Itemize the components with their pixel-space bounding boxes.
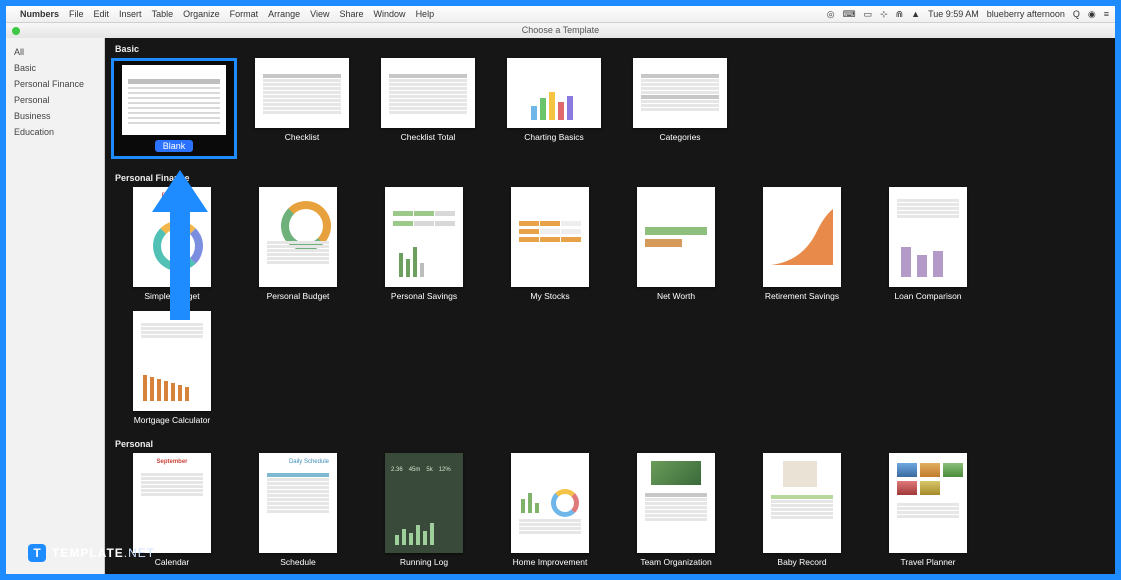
template-personal-savings[interactable]: Personal Savings <box>361 187 487 301</box>
template-baby-record-thumb <box>763 453 841 553</box>
status-volume-icon[interactable]: ▲ <box>911 9 920 19</box>
template-personal-budget[interactable]: Personal Budget <box>235 187 361 301</box>
sidebar-item-business[interactable]: Business <box>6 108 104 124</box>
template-net-worth[interactable]: Net Worth <box>613 187 739 301</box>
status-keyboard-icon[interactable]: ⌨ <box>843 9 856 20</box>
sidebar-item-education[interactable]: Education <box>6 124 104 140</box>
template-checklist-total[interactable]: Checklist Total <box>365 58 491 159</box>
template-net-worth-label: Net Worth <box>613 291 739 301</box>
template-checklist-total-thumb <box>381 58 475 128</box>
sidebar-item-basic[interactable]: Basic <box>6 60 104 76</box>
template-loan-comparison-thumb <box>889 187 967 287</box>
template-personal-savings-label: Personal Savings <box>361 291 487 301</box>
template-travel-planner-label: Travel Planner <box>865 557 991 567</box>
status-clock[interactable]: Tue 9:59 AM <box>928 9 979 19</box>
menu-organize[interactable]: Organize <box>183 9 220 19</box>
window-title: Choose a Template <box>6 25 1115 35</box>
template-categories[interactable]: Categories <box>617 58 743 159</box>
menu-share[interactable]: Share <box>340 9 364 19</box>
status-bluetooth-icon[interactable]: ⊹ <box>880 9 888 20</box>
template-retirement-savings[interactable]: Retirement Savings <box>739 187 865 301</box>
template-home-improvement-label: Home Improvement <box>487 557 613 567</box>
template-charting-basics-label: Charting Basics <box>491 132 617 142</box>
menu-insert[interactable]: Insert <box>119 9 142 19</box>
template-baby-record[interactable]: Baby Record <box>739 453 865 567</box>
watermark: T TEMPLATE.NET <box>28 544 155 562</box>
template-retirement-savings-thumb <box>763 187 841 287</box>
section-basic-label: Basic <box>105 38 1115 56</box>
template-loan-comparison-label: Loan Comparison <box>865 291 991 301</box>
menu-format[interactable]: Format <box>230 9 259 19</box>
template-team-organization[interactable]: Team Organization <box>613 453 739 567</box>
template-blank[interactable]: Blank <box>109 58 239 159</box>
template-checklist-label: Checklist <box>239 132 365 142</box>
template-travel-planner-thumb <box>889 453 967 553</box>
notification-center-icon[interactable]: ≡ <box>1104 9 1109 19</box>
watermark-suffix: .NET <box>124 546 155 560</box>
template-personal-savings-thumb <box>385 187 463 287</box>
template-travel-planner[interactable]: Travel Planner <box>865 453 991 567</box>
template-loan-comparison[interactable]: Loan Comparison <box>865 187 991 301</box>
menu-window[interactable]: Window <box>374 9 406 19</box>
status-eye-icon[interactable]: ◎ <box>827 9 835 20</box>
siri-icon[interactable]: ◉ <box>1088 9 1096 20</box>
template-my-stocks-label: My Stocks <box>487 291 613 301</box>
template-categories-label: Categories <box>617 132 743 142</box>
template-retirement-savings-label: Retirement Savings <box>739 291 865 301</box>
status-user[interactable]: blueberry afternoon <box>987 9 1065 19</box>
template-categories-thumb <box>633 58 727 128</box>
template-personal-budget-thumb <box>259 187 337 287</box>
sidebar-item-personal[interactable]: Personal <box>6 92 104 108</box>
menu-file[interactable]: File <box>69 9 84 19</box>
template-schedule-thumb: Daily Schedule <box>259 453 337 553</box>
template-my-stocks-thumb <box>511 187 589 287</box>
template-running-log-thumb: 2.3645m5k12% <box>385 453 463 553</box>
spotlight-icon[interactable]: Q <box>1073 9 1080 19</box>
template-calendar-thumb: September <box>133 453 211 553</box>
template-schedule[interactable]: Daily Schedule Schedule <box>235 453 361 567</box>
template-simple-budget[interactable]: Budget Simple Budget <box>109 187 235 301</box>
template-home-improvement-thumb <box>511 453 589 553</box>
menu-edit[interactable]: Edit <box>94 9 110 19</box>
template-running-log-label: Running Log <box>361 557 487 567</box>
template-net-worth-thumb <box>637 187 715 287</box>
template-home-improvement[interactable]: Home Improvement <box>487 453 613 567</box>
template-team-organization-thumb <box>637 453 715 553</box>
app-name[interactable]: Numbers <box>20 9 59 19</box>
template-running-log[interactable]: 2.3645m5k12% Running Log <box>361 453 487 567</box>
watermark-brand: TEMPLATE <box>52 546 124 560</box>
template-my-stocks[interactable]: My Stocks <box>487 187 613 301</box>
menu-help[interactable]: Help <box>416 9 435 19</box>
sidebar-item-all[interactable]: All <box>6 44 104 60</box>
menu-table[interactable]: Table <box>152 9 174 19</box>
template-mortgage-calculator-label: Mortgage Calculator <box>109 415 235 425</box>
template-simple-budget-thumb: Budget <box>133 187 211 287</box>
macos-menubar: Numbers File Edit Insert Table Organize … <box>6 6 1115 22</box>
template-personal-budget-label: Personal Budget <box>235 291 361 301</box>
template-blank-label: Blank <box>155 140 194 152</box>
template-checklist-thumb <box>255 58 349 128</box>
template-mortgage-calculator-thumb <box>133 311 211 411</box>
template-checklist-total-label: Checklist Total <box>365 132 491 142</box>
template-charting-basics-thumb <box>507 58 601 128</box>
watermark-logo-icon: T <box>28 544 46 562</box>
section-personal-finance-label: Personal Finance <box>105 167 1115 185</box>
template-baby-record-label: Baby Record <box>739 557 865 567</box>
template-gallery: Basic Blank <box>105 38 1115 574</box>
template-simple-budget-label: Simple Budget <box>109 291 235 301</box>
template-team-organization-label: Team Organization <box>613 557 739 567</box>
status-wifi-icon[interactable]: ⋒ <box>896 9 904 20</box>
template-category-sidebar: All Basic Personal Finance Personal Busi… <box>6 38 105 574</box>
template-blank-thumb <box>122 65 226 135</box>
menu-view[interactable]: View <box>310 9 329 19</box>
menu-arrange[interactable]: Arrange <box>268 9 300 19</box>
section-personal-label: Personal <box>105 433 1115 451</box>
template-mortgage-calculator[interactable]: Mortgage Calculator <box>109 311 235 425</box>
template-checklist[interactable]: Checklist <box>239 58 365 159</box>
status-display-icon[interactable]: ▭ <box>864 9 873 20</box>
sidebar-item-personal-finance[interactable]: Personal Finance <box>6 76 104 92</box>
template-schedule-label: Schedule <box>235 557 361 567</box>
template-charting-basics[interactable]: Charting Basics <box>491 58 617 159</box>
